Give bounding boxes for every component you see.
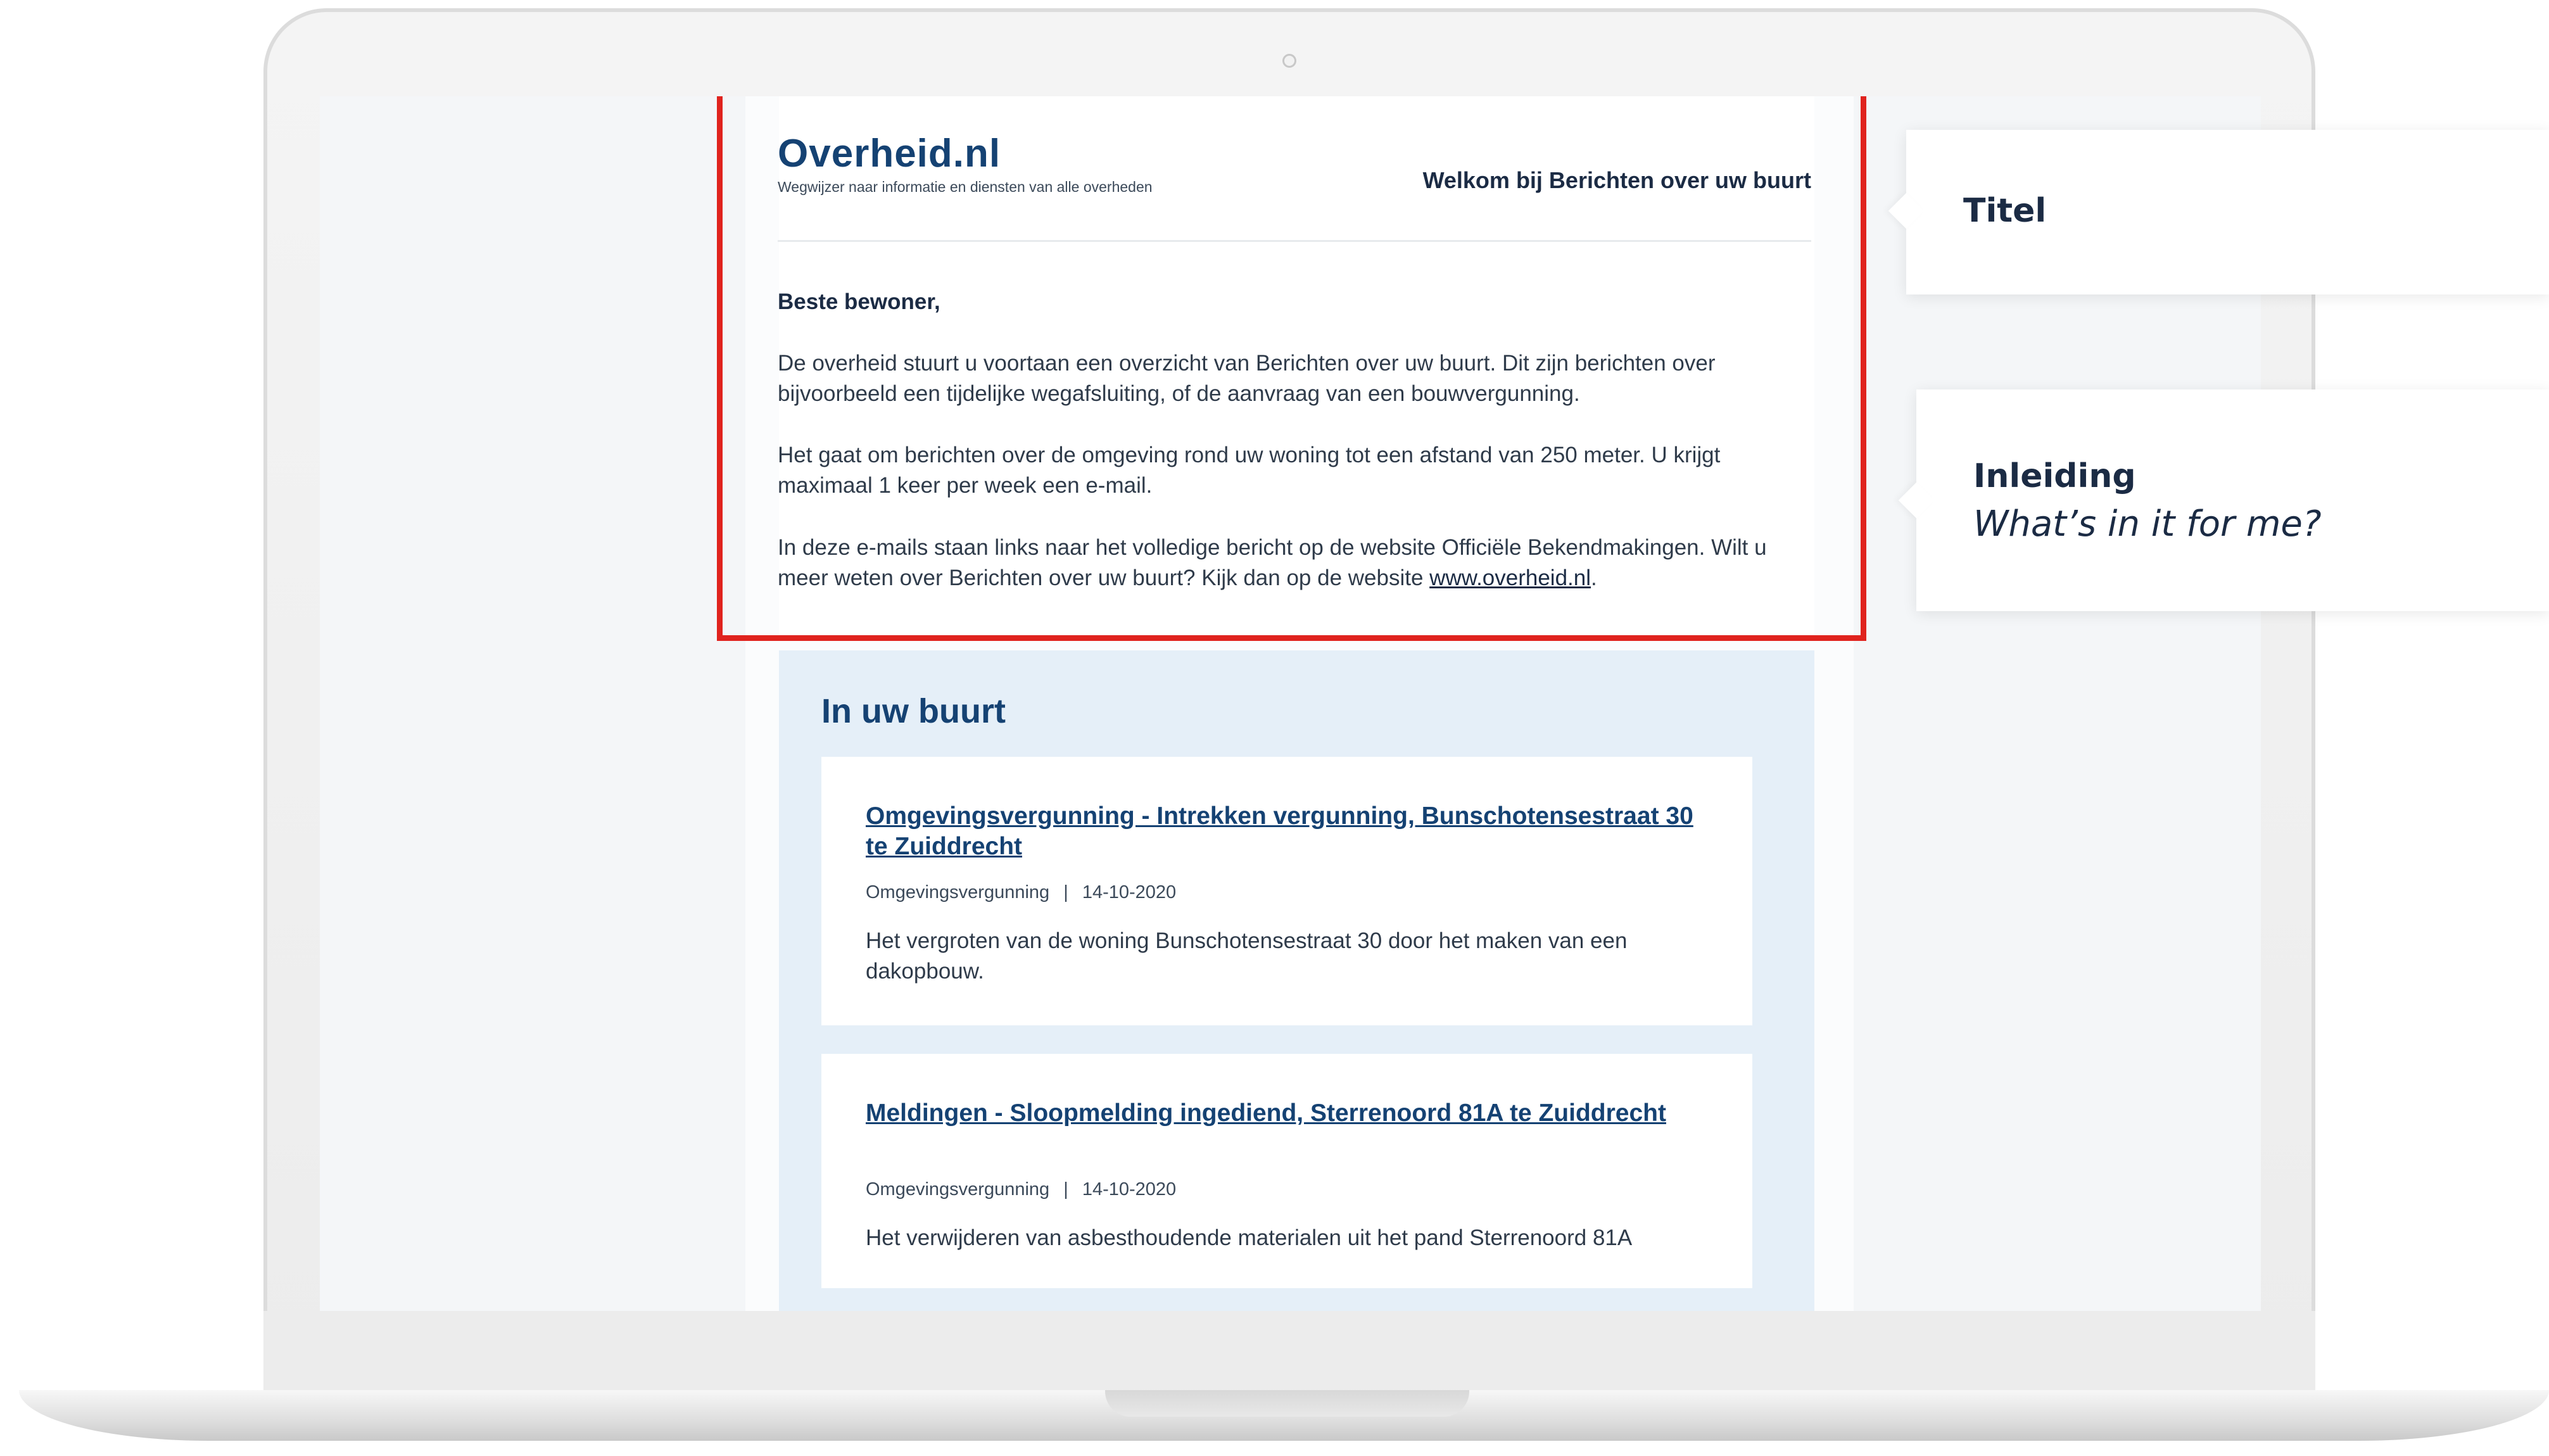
message-category: Omgevingsvergunning (866, 882, 1050, 902)
message-meta: Omgevingsvergunning | 14-10-2020 (866, 1179, 1176, 1200)
callout-inleiding: Inleiding What’s in it for me? (1916, 389, 2549, 611)
message-card: Omgevingsvergunning - Intrekken vergunni… (821, 757, 1752, 1025)
message-date: 14-10-2020 (1082, 1179, 1177, 1200)
meta-separator: | (1063, 1179, 1068, 1200)
camera-icon (1282, 54, 1296, 68)
meta-separator: | (1063, 882, 1068, 902)
callout-titel: Titel (1906, 130, 2549, 294)
message-title-link[interactable]: Meldingen - Sloopmelding ingediend, Ster… (866, 1098, 1714, 1129)
laptop-notch (1105, 1390, 1469, 1417)
callout-inleiding-label: Inleiding (1973, 457, 2136, 495)
message-card: Meldingen - Sloopmelding ingediend, Ster… (821, 1054, 1752, 1288)
message-description: Het verwijderen van asbesthoudende mater… (866, 1225, 1633, 1250)
message-date: 14-10-2020 (1082, 882, 1177, 902)
callout-titel-label: Titel (1963, 192, 2047, 230)
laptop-chin (263, 1311, 2315, 1393)
highlight-box (717, 96, 1866, 641)
message-meta: Omgevingsvergunning | 14-10-2020 (866, 882, 1176, 903)
message-description: Het vergroten van de woning Bunschotense… (866, 928, 1628, 984)
message-title-link[interactable]: Omgevingsvergunning - Intrekken vergunni… (866, 801, 1714, 862)
callout-inleiding-subtitle: What’s in it for me? (1973, 503, 2322, 545)
section-title: In uw buurt (821, 692, 1006, 730)
message-category: Omgevingsvergunning (866, 1179, 1050, 1200)
